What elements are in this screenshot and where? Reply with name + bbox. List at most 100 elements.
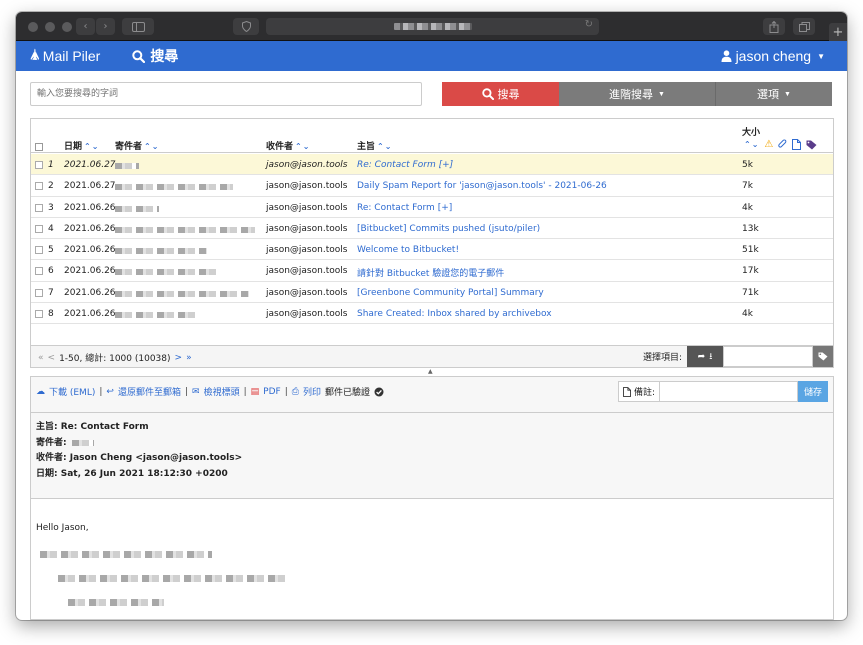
sidebar-toggle-button[interactable] bbox=[122, 18, 154, 35]
chevron-right-icon: › bbox=[103, 21, 108, 32]
tag-input[interactable] bbox=[723, 346, 813, 367]
close-window-button[interactable] bbox=[28, 22, 38, 32]
advanced-search-button[interactable]: 進階搜尋 ▼ bbox=[559, 82, 715, 106]
separator: | bbox=[184, 386, 189, 397]
prev-page-button[interactable]: < bbox=[48, 353, 56, 363]
sort-arrows-icon[interactable]: ⌃⌄ bbox=[295, 142, 310, 151]
row-subject-link[interactable]: Welcome to Bitbucket! bbox=[357, 245, 459, 255]
bulk-action-button[interactable]: ➦ ⭳ bbox=[687, 346, 723, 367]
row-checkbox[interactable] bbox=[35, 310, 43, 319]
row-to: jason@jason.tools bbox=[266, 245, 348, 256]
sort-arrows-icon[interactable]: ⌃⌄ bbox=[84, 142, 99, 151]
verified-label: 郵件已驗證 bbox=[324, 388, 370, 398]
back-button[interactable]: ‹ bbox=[76, 18, 95, 35]
search-bar: 搜尋 進階搜尋 ▼ 選項 ▼ bbox=[30, 82, 832, 106]
table-row[interactable]: 5 2021.06.26 jason@jason.tools Welcome t… bbox=[31, 239, 833, 261]
sort-arrows-icon[interactable]: ⌃⌄ bbox=[144, 142, 159, 151]
row-subject-link[interactable]: Share Created: Inbox shared by archivebo… bbox=[357, 309, 552, 319]
next-page-button[interactable]: > bbox=[175, 353, 183, 363]
table-row[interactable]: 3 2021.06.26 jason@jason.tools Re: Conta… bbox=[31, 197, 833, 218]
document-icon[interactable] bbox=[792, 139, 802, 150]
sort-arrows-icon[interactable]: ⌃⌄ bbox=[377, 142, 392, 151]
sort-arrows-icon[interactable]: ⌃⌄ bbox=[744, 140, 759, 149]
options-label: 選項 bbox=[757, 89, 780, 101]
row-date: 2021.06.26 bbox=[64, 287, 116, 298]
search-input[interactable] bbox=[30, 82, 422, 106]
download-icon: ⭳ bbox=[709, 351, 713, 362]
row-number: 5 bbox=[48, 245, 54, 256]
new-tab-button[interactable]: + bbox=[829, 23, 847, 41]
row-to: jason@jason.tools bbox=[266, 160, 348, 170]
restore-link[interactable]: 還原郵件至郵箱 bbox=[118, 385, 181, 398]
pane-splitter[interactable]: ▲ bbox=[428, 368, 433, 375]
row-checkbox[interactable] bbox=[35, 246, 43, 255]
search-icon bbox=[481, 88, 494, 100]
share-button[interactable] bbox=[763, 18, 785, 35]
row-to: jason@jason.tools bbox=[266, 266, 348, 277]
row-from-redacted bbox=[115, 184, 233, 191]
brand-logo[interactable]: 🛦 Mail Piler bbox=[30, 44, 100, 68]
select-all-checkbox[interactable] bbox=[35, 143, 43, 151]
row-subject-link[interactable]: Daily Spam Report for 'jason@jason.tools… bbox=[357, 181, 607, 191]
row-number: 7 bbox=[48, 287, 54, 298]
warning-icon[interactable]: ⚠ bbox=[764, 139, 773, 150]
nav-search-link[interactable]: 搜尋 bbox=[132, 46, 178, 66]
table-row[interactable]: 4 2021.06.26 jason@jason.tools [Bitbucke… bbox=[31, 218, 833, 240]
column-date[interactable]: 日期 ⌃⌄ bbox=[64, 139, 99, 152]
row-date: 2021.06.26 bbox=[64, 202, 116, 213]
column-from[interactable]: 寄件者 ⌃⌄ bbox=[115, 139, 159, 152]
column-to[interactable]: 收件者 ⌃⌄ bbox=[266, 139, 310, 152]
search-button[interactable]: 搜尋 bbox=[442, 82, 559, 106]
row-subject-link[interactable]: [Bitbucket] Commits pushed (jsuto/piler) bbox=[357, 224, 540, 234]
last-page-button[interactable]: » bbox=[186, 353, 192, 363]
row-checkbox[interactable] bbox=[35, 161, 43, 169]
separator: | bbox=[243, 386, 247, 397]
download-eml-link[interactable]: 下載 (EML) bbox=[49, 385, 95, 398]
row-subject-link[interactable]: Re: Contact Form [+] bbox=[357, 203, 452, 213]
row-subject-link[interactable]: Re: Contact Form [+] bbox=[357, 160, 453, 170]
table-row[interactable]: 7 2021.06.26 jason@jason.tools [Greenbon… bbox=[31, 282, 833, 304]
advanced-search-label: 進階搜尋 bbox=[609, 89, 654, 101]
envelope-icon: ✉ bbox=[192, 386, 200, 397]
column-subject[interactable]: 主旨 ⌃⌄ bbox=[357, 139, 392, 152]
first-page-button[interactable]: « bbox=[38, 353, 44, 363]
view-headers-link[interactable]: 檢視標頭 bbox=[204, 385, 240, 398]
row-to: jason@jason.tools bbox=[266, 287, 348, 298]
print-link[interactable]: 列印 bbox=[303, 385, 321, 398]
save-note-button[interactable]: 儲存 bbox=[798, 381, 828, 402]
column-size[interactable]: 大小 bbox=[742, 125, 760, 138]
row-checkbox[interactable] bbox=[35, 203, 43, 212]
tab-overview-button[interactable] bbox=[793, 18, 815, 35]
row-checkbox[interactable] bbox=[35, 182, 43, 191]
note-label: 備註: bbox=[633, 388, 655, 398]
row-checkbox[interactable] bbox=[35, 288, 43, 297]
user-menu[interactable]: jason cheng ▼ bbox=[721, 48, 825, 64]
forward-button[interactable]: › bbox=[96, 18, 115, 35]
row-date: 2021.06.26 bbox=[64, 266, 116, 277]
row-subject-link[interactable]: [Greenbone Community Portal] Summary bbox=[357, 288, 544, 298]
attachment-icon[interactable] bbox=[778, 139, 787, 150]
table-row[interactable]: 1 2021.06.27 jason@jason.tools Re: Conta… bbox=[31, 154, 833, 176]
minimize-window-button[interactable] bbox=[45, 22, 55, 32]
table-row[interactable]: 6 2021.06.26 jason@jason.tools 請針對 Bitbu… bbox=[31, 260, 833, 282]
row-subject-link[interactable]: 請針對 Bitbucket 驗證您的電子郵件 bbox=[357, 266, 504, 279]
row-checkbox[interactable] bbox=[35, 224, 43, 233]
privacy-button[interactable] bbox=[233, 18, 259, 35]
tag-button[interactable] bbox=[813, 346, 833, 367]
url-text-redacted bbox=[394, 23, 472, 30]
tag-icon[interactable] bbox=[806, 140, 817, 150]
table-row[interactable]: 2 2021.06.27 jason@jason.tools Daily Spa… bbox=[31, 175, 833, 197]
address-bar[interactable]: ↻ bbox=[266, 18, 599, 35]
piler-logo-icon: 🛦 bbox=[30, 46, 40, 62]
note-label-box: 備註: bbox=[617, 381, 660, 402]
zoom-window-button[interactable] bbox=[62, 22, 72, 32]
note-form: 備註: 儲存 bbox=[617, 381, 828, 402]
options-button[interactable]: 選項 ▼ bbox=[715, 82, 832, 106]
body-line-redacted bbox=[58, 575, 286, 582]
note-input[interactable] bbox=[660, 381, 798, 402]
reload-icon[interactable]: ↻ bbox=[585, 19, 593, 30]
shield-icon bbox=[241, 21, 251, 32]
pdf-link[interactable]: PDF bbox=[263, 387, 281, 397]
row-checkbox[interactable] bbox=[35, 267, 43, 276]
table-row[interactable]: 8 2021.06.26 jason@jason.tools Share Cre… bbox=[31, 303, 833, 325]
